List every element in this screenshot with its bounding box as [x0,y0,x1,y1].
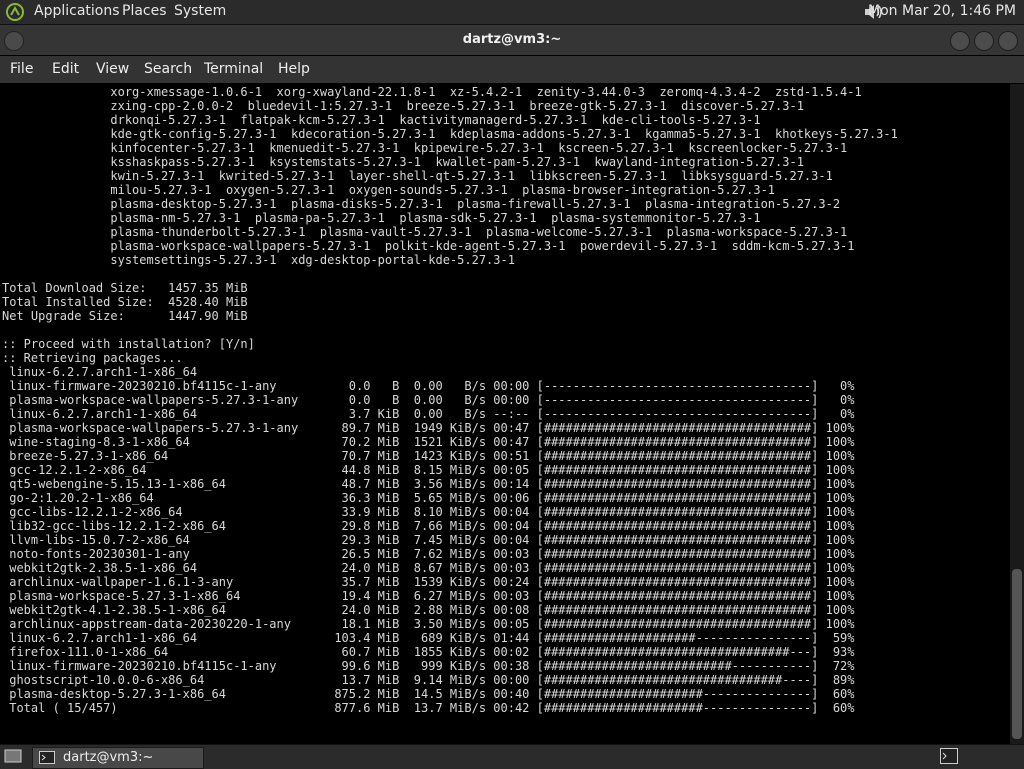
menu-search[interactable]: Search [144,61,192,77]
terminal-line: noto-fonts-20230301-1-any 26.5 MiB 7.62 … [2,547,855,561]
terminal-line: systemsettings-5.27.3-1 xdg-desktop-port… [2,253,515,267]
taskbar-terminal-window[interactable]: dartz@vm3:~ [32,747,204,769]
terminal-line: wine-staging-8.3-1-x86_64 70.2 MiB 1521 … [2,435,855,449]
terminal-line: gcc-libs-12.2.1-2-x86_64 33.9 MiB 8.10 M… [2,505,855,519]
terminal-line: Total Installed Size: 4528.40 MiB [2,295,248,309]
show-desktop-icon[interactable] [4,748,22,765]
menu-terminal[interactable]: Terminal [204,61,263,77]
applications-menu[interactable]: Applications [34,3,120,19]
taskbar-item-label: dartz@vm3:~ [63,750,154,765]
terminal-line: plasma-workspace-wallpapers-5.27.3-1 pol… [2,239,855,253]
system-menu[interactable]: System [174,3,226,19]
terminal-line: milou-5.27.3-1 oxygen-5.27.3-1 oxygen-so… [2,183,776,197]
terminal-line: linux-firmware-20230210.bf4115c-1-any 0.… [2,379,855,393]
terminal-line: webkit2gtk-2.38.5-1-x86_64 24.0 MiB 8.67… [2,561,855,575]
terminal-line: archlinux-appstream-data-20230220-1-any … [2,617,855,631]
terminal-line: xorg-xmessage-1.0.6-1 xorg-xwayland-22.1… [2,85,862,99]
close-button[interactable] [998,31,1018,51]
terminal-line: linux-6.2.7.arch1-1-x86_64 [2,365,198,379]
terminal-icon [39,751,55,764]
maximize-button[interactable] [974,31,994,51]
terminal-line: plasma-nm-5.27.3-1 plasma-pa-5.27.3-1 pl… [2,211,761,225]
terminal-line: breeze-5.27.3-1-x86_64 70.7 MiB 1423 KiB… [2,449,855,463]
terminal-line: Total Download Size: 1457.35 MiB [2,281,248,295]
terminal-output[interactable]: xorg-xmessage-1.0.6-1 xorg-xwayland-22.1… [0,84,1010,744]
menu-file[interactable]: File [10,61,33,77]
menu-edit[interactable]: Edit [52,61,79,77]
window-titlebar[interactable]: dartz@vm3:~ [0,25,1024,55]
terminal-line: plasma-desktop-5.27.3-1-x86_64 875.2 MiB… [2,687,855,701]
terminal-line: Total ( 15/457) 877.6 MiB 13.7 MiB/s 00:… [2,701,855,715]
terminal-text: xorg-xmessage-1.0.6-1 xorg-xwayland-22.1… [2,85,898,715]
terminal-line: ghostscript-10.0.0-6-x86_64 13.7 MiB 9.1… [2,673,855,687]
terminal-line: :: Proceed with installation? [Y/n] [2,337,255,351]
terminal-line: archlinux-wallpaper-1.6.1-3-any 35.7 MiB… [2,575,855,589]
terminal-line: kinfocenter-5.27.3-1 kmenuedit-5.27.3-1 … [2,141,848,155]
terminal-icon[interactable] [940,748,958,764]
places-menu[interactable]: Places [122,3,167,19]
terminal-line: plasma-workspace-5.27.3-1-x86_64 19.4 Mi… [2,589,855,603]
window-title: dartz@vm3:~ [462,32,562,47]
terminal-line: llvm-libs-15.0.7-2-x86_64 29.3 MiB 7.45 … [2,533,855,547]
terminal-line: zxing-cpp-2.0.0-2 bluedevil-1:5.27.3-1 b… [2,99,804,113]
terminal-line: plasma-workspace-wallpapers-5.27.3-1-any… [2,421,855,435]
terminal-line: lib32-gcc-libs-12.2.1-2-x86_64 29.8 MiB … [2,519,855,533]
terminal-line: plasma-desktop-5.27.3-1 plasma-disks-5.2… [2,197,841,211]
bottom-panel: dartz@vm3:~ [0,744,1024,769]
terminal-line: firefox-111.0-1-x86_64 60.7 MiB 1855 KiB… [2,645,855,659]
terminal-line: Net Upgrade Size: 1447.90 MiB [2,309,248,323]
terminal-line: kde-gtk-config-5.27.3-1 kdecoration-5.27… [2,127,898,141]
terminal-line: linux-6.2.7.arch1-1-x86_64 3.7 KiB 0.00 … [2,407,855,421]
top-panel: Applications Places System Mon Mar 20, 1… [0,0,1024,25]
mate-logo-icon[interactable] [6,3,24,21]
terminal-line: go-2:1.20.2-1-x86_64 36.3 MiB 5.65 MiB/s… [2,491,855,505]
terminal-scrollbar[interactable] [1010,84,1024,744]
terminal-line: linux-6.2.7.arch1-1-x86_64 103.4 MiB 689… [2,631,855,645]
terminal-line: kwin-5.27.3-1 kwrited-5.27.3-1 layer-she… [2,169,833,183]
terminal-line: drkonqi-5.27.3-1 flatpak-kcm-5.27.3-1 ka… [2,113,761,127]
clock[interactable]: Mon Mar 20, 1:46 PM [868,3,1016,19]
terminal-line: webkit2gtk-4.1-2.38.5-1-x86_64 24.0 MiB … [2,603,855,617]
menubar: File Edit View Search Terminal Help [0,56,1024,83]
terminal-line: plasma-thunderbolt-5.27.3-1 plasma-vault… [2,225,848,239]
menu-help[interactable]: Help [278,61,310,77]
menu-view[interactable]: View [96,61,129,77]
terminal-line: qt5-webengine-5.15.13-1-x86_64 48.7 MiB … [2,477,855,491]
terminal-line: gcc-12.2.1-2-x86_64 44.8 MiB 8.15 MiB/s … [2,463,855,477]
minimize-button[interactable] [950,31,970,51]
scrollbar-thumb[interactable] [1012,569,1022,739]
terminal-line: ksshaskpass-5.27.3-1 ksystemstats-5.27.3… [2,155,804,169]
terminal-line: :: Retrieving packages... [2,351,183,365]
terminal-line: plasma-workspace-wallpapers-5.27.3-1-any… [2,393,855,407]
terminal-line: linux-firmware-20230210.bf4115c-1-any 99… [2,659,855,673]
